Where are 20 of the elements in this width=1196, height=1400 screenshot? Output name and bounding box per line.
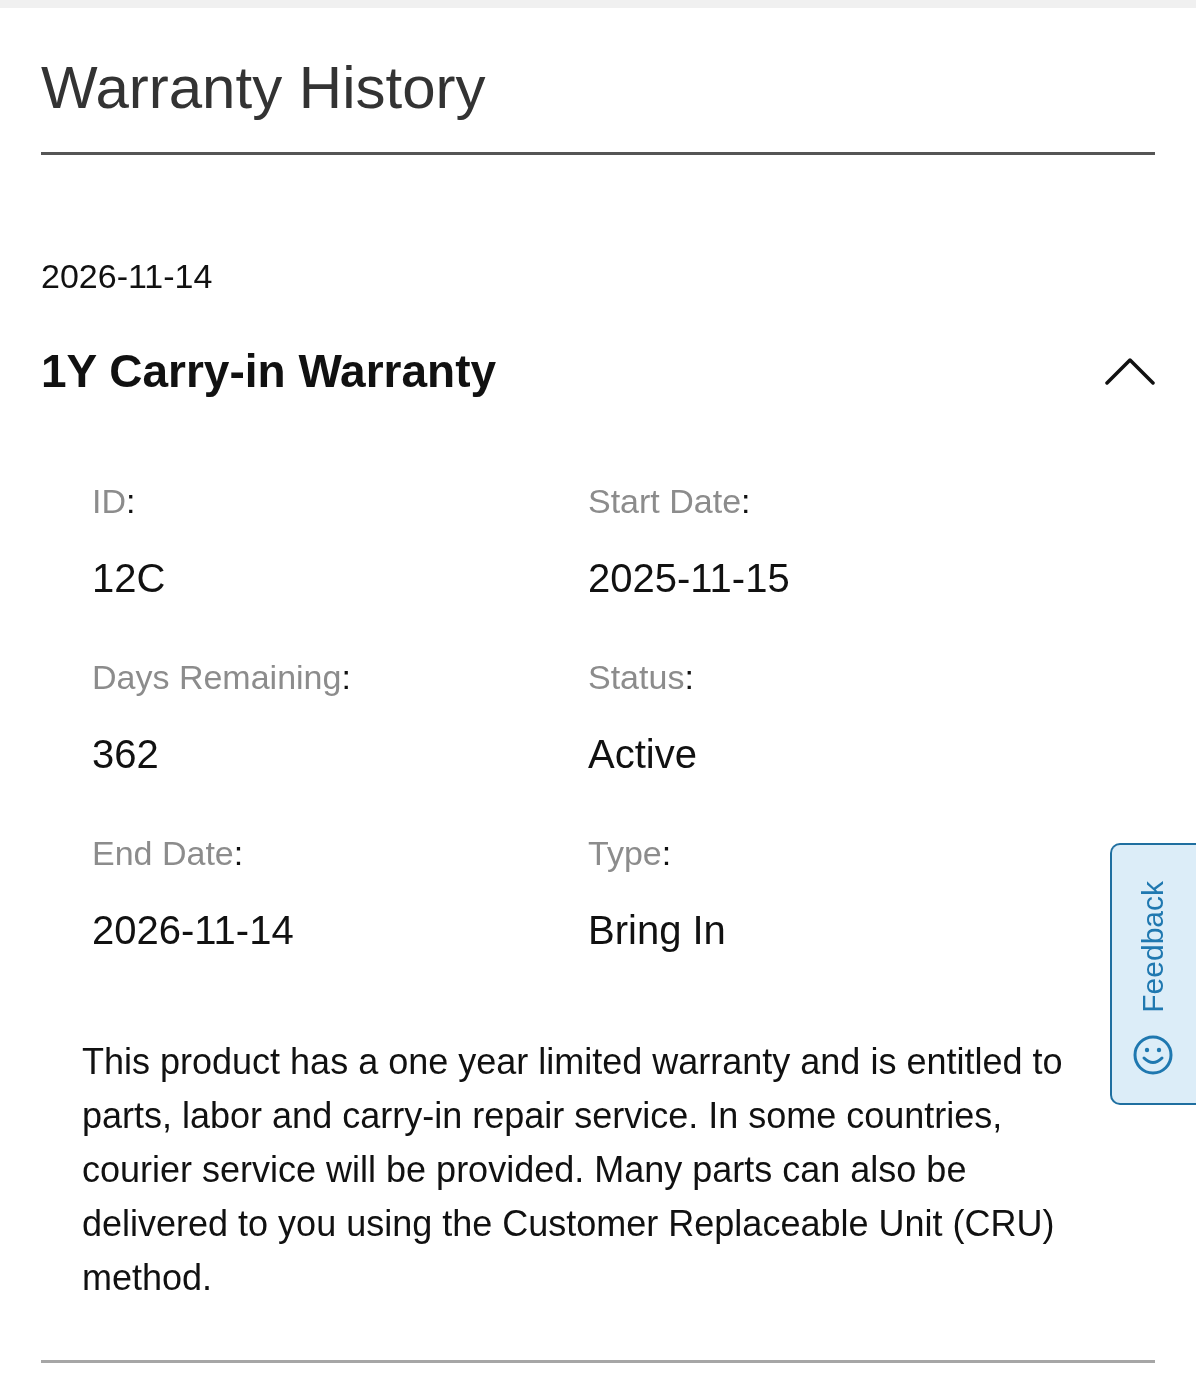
smiley-icon xyxy=(1133,1035,1173,1075)
warranty-name: 1Y Carry-in Warranty xyxy=(41,344,497,399)
field-value: Active xyxy=(588,731,697,778)
warranty-description: This product has a one year limited warranty and is entitled to parts, labor and carry-in repair service. In some countries, courier service will be provided. Many parts can also be delivered to you using the Customer Replaceable Unit (CRU) method. xyxy=(82,1040,1064,1300)
expand-toggle[interactable] xyxy=(1105,357,1155,385)
field-value: 362 xyxy=(92,731,159,778)
field-label: ID: xyxy=(92,481,136,521)
field-value: Bring In xyxy=(588,907,726,954)
field-label: Type: xyxy=(588,833,672,873)
field-label: Days Remaining: xyxy=(92,657,351,697)
page-title: Warranty History xyxy=(41,53,486,123)
field-value: 2026-11-14 xyxy=(92,907,294,954)
chevron-up-icon xyxy=(1105,357,1155,385)
field-label: Status: xyxy=(588,657,694,697)
field-value: 2025-11-15 xyxy=(588,555,790,602)
field-label: Start Date: xyxy=(588,481,751,521)
field-label: End Date: xyxy=(92,833,244,873)
feedback-tab[interactable]: Feedback xyxy=(1110,843,1196,1105)
field-value: 12C xyxy=(92,555,166,602)
warranty-end-date: 2026-11-14 xyxy=(41,256,213,296)
